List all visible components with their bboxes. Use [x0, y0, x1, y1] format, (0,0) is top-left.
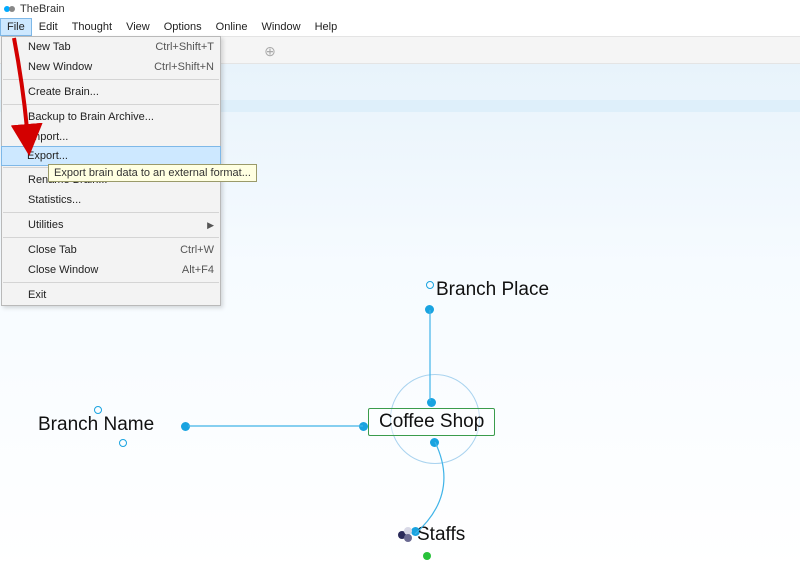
menu-item-statistics[interactable]: Statistics... [2, 190, 220, 210]
menu-item-label: Utilities [28, 219, 63, 231]
menu-item-shortcut: Ctrl+W [180, 244, 214, 256]
menu-item-shortcut: Ctrl+Shift+N [154, 61, 214, 73]
menu-item-label: Export... [27, 150, 68, 162]
menu-item-label: Statistics... [28, 194, 81, 206]
menu-item-label: Import... [28, 131, 68, 143]
menu-item-shortcut: Ctrl+Shift+T [155, 41, 214, 53]
app-title: TheBrain [20, 3, 65, 15]
menu-options[interactable]: Options [157, 18, 209, 36]
menu-item-new-tab[interactable]: New Tab Ctrl+Shift+T [2, 37, 220, 57]
menu-item-close-tab[interactable]: Close Tab Ctrl+W [2, 240, 220, 260]
menu-item-utilities[interactable]: Utilities ▶ [2, 215, 220, 235]
menu-item-shortcut: Alt+F4 [182, 264, 214, 276]
export-tooltip: Export brain data to an external format.… [48, 164, 257, 182]
menu-separator [3, 104, 219, 105]
menu-online[interactable]: Online [209, 18, 255, 36]
menu-item-label: New Window [28, 61, 92, 73]
menu-item-export[interactable]: Export... [1, 146, 221, 166]
menu-item-create-brain[interactable]: Create Brain... [2, 82, 220, 102]
submenu-arrow-icon: ▶ [207, 220, 214, 231]
menu-item-backup[interactable]: Backup to Brain Archive... [2, 107, 220, 127]
menu-item-label: Close Tab [28, 244, 77, 256]
menu-separator [3, 237, 219, 238]
menu-item-import[interactable]: Import... [2, 127, 220, 147]
menu-item-label: Exit [28, 289, 46, 301]
menu-help[interactable]: Help [308, 18, 345, 36]
menu-item-label: New Tab [28, 41, 71, 53]
menu-item-new-window[interactable]: New Window Ctrl+Shift+N [2, 57, 220, 77]
menubar: File Edit Thought View Options Online Wi… [0, 18, 800, 36]
menu-edit[interactable]: Edit [32, 18, 65, 36]
menu-view[interactable]: View [119, 18, 157, 36]
app-logo-icon [4, 3, 16, 15]
menu-item-exit[interactable]: Exit [2, 285, 220, 305]
menu-thought[interactable]: Thought [65, 18, 119, 36]
menu-item-label: Close Window [28, 264, 98, 276]
new-tab-button[interactable]: ⊕ [263, 44, 277, 58]
menu-separator [3, 282, 219, 283]
menu-item-label: Backup to Brain Archive... [28, 111, 154, 123]
menu-separator [3, 79, 219, 80]
window-titlebar: TheBrain [0, 0, 800, 18]
menu-item-close-window[interactable]: Close Window Alt+F4 [2, 260, 220, 280]
menu-separator [3, 212, 219, 213]
menu-file[interactable]: File [0, 18, 32, 36]
menu-window[interactable]: Window [254, 18, 307, 36]
menu-item-label: Create Brain... [28, 86, 99, 98]
